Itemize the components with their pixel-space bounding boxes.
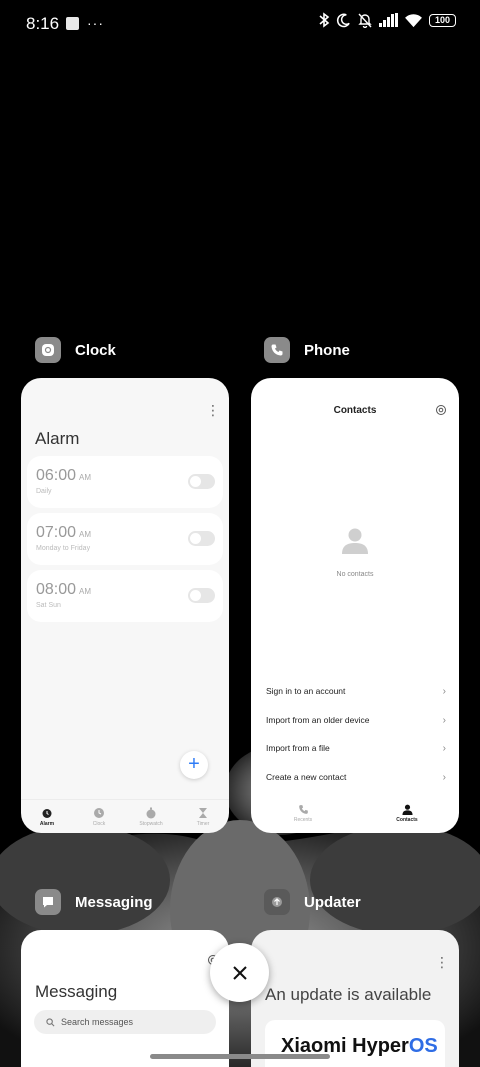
- alarm-ampm: AM: [79, 587, 92, 596]
- alarm-item[interactable]: 08:00 AM Sat Sun: [27, 570, 223, 622]
- battery-icon: 100: [429, 13, 456, 27]
- phone-app-icon[interactable]: [264, 337, 290, 363]
- tab-label: Clock: [92, 820, 106, 827]
- status-bar: 8:16 ··· 100: [0, 0, 480, 46]
- alarm-time: 06:00: [36, 467, 77, 484]
- clock-app-header[interactable]: Clock: [35, 337, 116, 363]
- alarm-title: Alarm: [35, 429, 80, 448]
- alarm-repeat: Sat Sun: [36, 602, 61, 609]
- update-available-title: An update is available: [265, 985, 432, 1004]
- alarm-item[interactable]: 07:00 AM Monday to Friday: [27, 513, 223, 565]
- phone-app-header[interactable]: Phone: [264, 337, 350, 363]
- tab-contacts[interactable]: Contacts: [355, 793, 459, 833]
- close-icon: [232, 965, 247, 980]
- wifi-icon: [405, 13, 422, 27]
- update-banner: Xiaomi HyperOS: [265, 1020, 445, 1067]
- clock-app-card[interactable]: ⋮ Alarm 06:00 AM Daily 07:00 AM Monday to …: [21, 378, 229, 833]
- tab-timer[interactable]: Timer: [177, 800, 229, 833]
- empty-contact-avatar-icon: [342, 528, 368, 554]
- more-options-icon[interactable]: ⋮: [435, 954, 449, 971]
- moon-icon: [336, 13, 350, 27]
- menu-item-label: Import from a file: [266, 743, 330, 753]
- tab-label: Contacts: [396, 816, 418, 823]
- alarm-icon: [42, 808, 52, 818]
- stopwatch-icon: [146, 807, 156, 818]
- alarm-ampm: AM: [79, 530, 92, 539]
- alarm-toggle[interactable]: [188, 588, 215, 603]
- messaging-app-name: Messaging: [75, 893, 153, 911]
- clock-app-name: Clock: [75, 341, 116, 359]
- more-notifications-icon: ···: [87, 15, 104, 31]
- alarm-toggle[interactable]: [188, 474, 215, 489]
- search-messages-input[interactable]: Search messages: [34, 1010, 216, 1034]
- person-icon: [401, 804, 413, 815]
- alarm-repeat: Daily: [36, 488, 52, 495]
- status-right-icons: 100: [318, 12, 456, 28]
- clear-all-button[interactable]: [210, 943, 269, 1002]
- add-alarm-button[interactable]: +: [180, 751, 208, 779]
- updater-app-header[interactable]: Updater: [264, 889, 361, 915]
- alarm-toggle[interactable]: [188, 531, 215, 546]
- messaging-app-header[interactable]: Messaging: [35, 889, 153, 915]
- tab-alarm[interactable]: Alarm: [21, 800, 73, 833]
- brand-suffix: OS: [408, 1035, 438, 1057]
- updater-app-card[interactable]: ⋮ An update is available Xiaomi HyperOS: [251, 930, 459, 1067]
- create-contact-item[interactable]: Create a new contact ›: [266, 767, 446, 787]
- clock-app-icon[interactable]: [35, 337, 61, 363]
- alarm-time: 08:00: [36, 581, 77, 598]
- clock-icon: [94, 807, 104, 818]
- phone-recents-icon: [298, 804, 308, 814]
- settings-gear-icon[interactable]: [435, 404, 447, 416]
- tab-clock[interactable]: Clock: [73, 800, 125, 833]
- tab-label: Recents: [293, 816, 313, 823]
- phone-tab-bar: Recents Contacts: [251, 793, 459, 833]
- messaging-app-card[interactable]: Messaging Search messages: [21, 930, 229, 1067]
- status-left-icons: ···: [66, 15, 104, 31]
- chevron-right-icon: ›: [442, 685, 446, 697]
- alarm-time: 07:00: [36, 524, 77, 541]
- updater-app-name: Updater: [304, 893, 361, 911]
- chevron-right-icon: ›: [442, 742, 446, 754]
- menu-item-label: Import from an older device: [266, 715, 370, 725]
- updater-app-icon[interactable]: [264, 889, 290, 915]
- no-contacts-text: No contacts: [336, 571, 374, 578]
- alarm-ampm: AM: [79, 473, 92, 482]
- sign-in-account-item[interactable]: Sign in to an account ›: [266, 681, 446, 701]
- signal-icon: [379, 13, 398, 27]
- alarm-time-line: 07:00 AM: [36, 524, 91, 542]
- search-placeholder: Search messages: [61, 1017, 134, 1027]
- alarm-time-line: 08:00 AM: [36, 581, 91, 599]
- status-time: 8:16: [26, 14, 60, 33]
- more-options-icon[interactable]: ⋮: [206, 402, 220, 419]
- tab-label: Stopwatch: [139, 820, 163, 827]
- tab-recents[interactable]: Recents: [251, 793, 355, 833]
- messaging-app-icon[interactable]: [35, 889, 61, 915]
- bell-off-icon: [358, 13, 372, 28]
- menu-item-label: Create a new contact: [266, 772, 347, 782]
- clock-tab-bar: Alarm Clock Stopwatch Timer: [21, 799, 229, 833]
- alarm-item[interactable]: 06:00 AM Daily: [27, 456, 223, 508]
- phone-app-name: Phone: [304, 341, 350, 359]
- contacts-title: Contacts: [333, 405, 377, 416]
- chevron-right-icon: ›: [442, 771, 446, 783]
- menu-item-label: Sign in to an account: [266, 686, 346, 696]
- notification-square-icon: [66, 16, 79, 30]
- import-older-device-item[interactable]: Import from an older device ›: [266, 710, 446, 730]
- phone-app-card[interactable]: Contacts No contacts Sign in to an accou…: [251, 378, 459, 833]
- chevron-right-icon: ›: [442, 714, 446, 726]
- tab-label: Timer: [196, 820, 210, 827]
- hourglass-icon: [199, 807, 207, 818]
- alarm-repeat: Monday to Friday: [36, 545, 91, 552]
- tab-label: Alarm: [39, 820, 55, 827]
- search-icon: [46, 1017, 55, 1026]
- alarm-time-line: 06:00 AM: [36, 467, 91, 485]
- tab-stopwatch[interactable]: Stopwatch: [125, 800, 177, 833]
- messaging-title: Messaging: [35, 982, 118, 1001]
- bluetooth-icon: [319, 12, 330, 28]
- import-file-item[interactable]: Import from a file ›: [266, 738, 446, 758]
- gesture-bar[interactable]: [150, 1054, 330, 1059]
